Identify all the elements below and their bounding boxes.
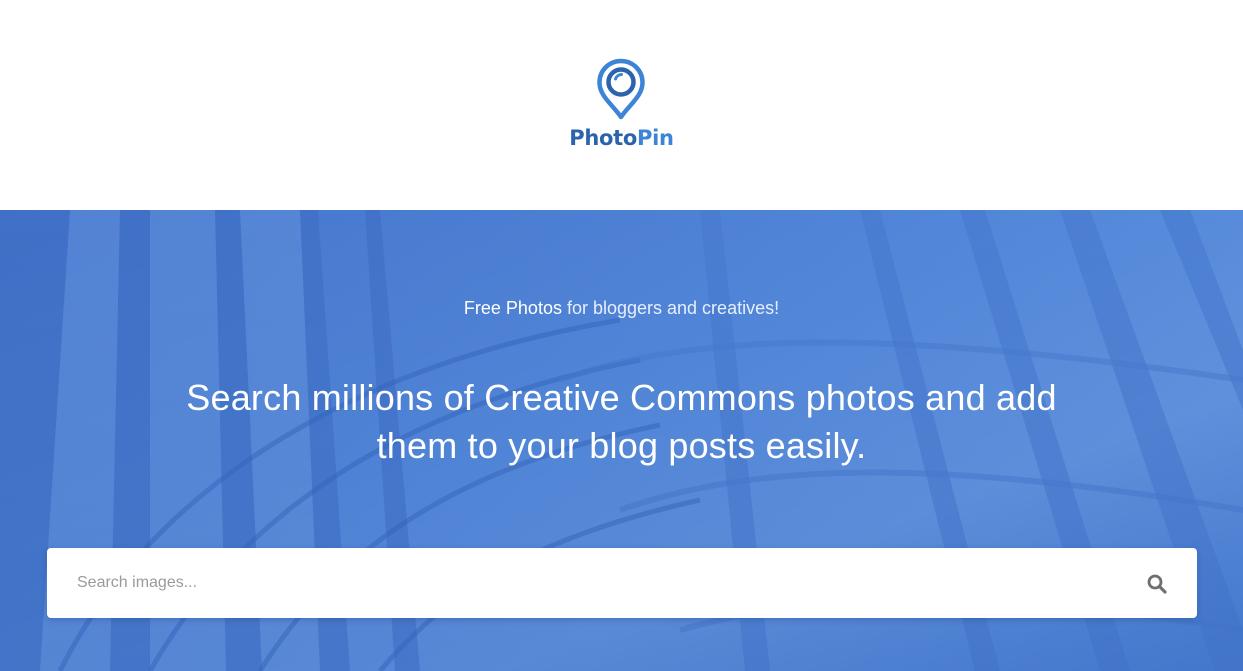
search-bar (47, 548, 1197, 618)
logo-wordmark-photo: Photo (569, 126, 638, 150)
site-header: PhotoPin (0, 0, 1243, 210)
tagline-free-photos: Free Photos (463, 298, 562, 318)
search-input[interactable] (47, 548, 1117, 618)
hero-headline: Search millions of Creative Commons phot… (186, 377, 1057, 466)
logo-wordmark: PhotoPin (540, 124, 703, 152)
hero-tagline: Free Photos for bloggers and creatives! (0, 296, 1243, 320)
photopin-logo[interactable]: PhotoPin (540, 58, 703, 158)
logo-wordmark-pin: Pin (637, 126, 674, 150)
hero-section: Free Photos for bloggers and creatives! … (0, 210, 1243, 671)
tagline-rest: for bloggers and creatives! (561, 298, 780, 318)
map-pin-camera-lens-icon (597, 58, 645, 120)
search-button[interactable] (1117, 548, 1197, 618)
search-icon (1147, 574, 1167, 594)
